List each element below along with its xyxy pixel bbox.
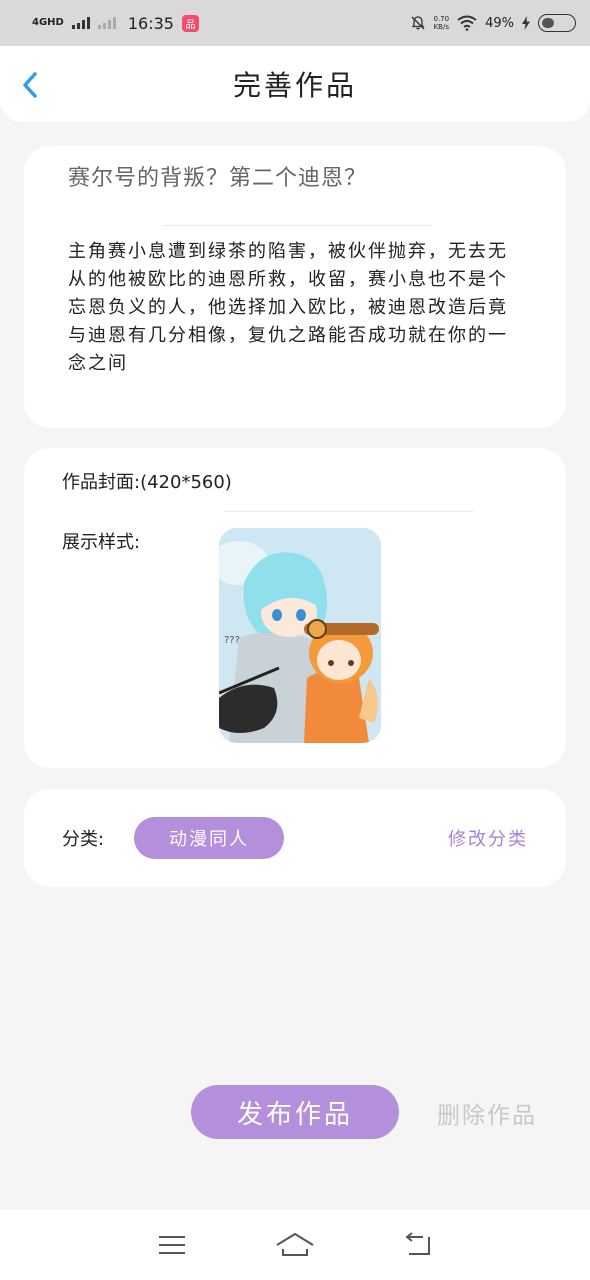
status-right: 0.70 KB/s 49% (410, 14, 576, 32)
system-nav-bar (0, 1210, 590, 1280)
battery-icon (538, 14, 576, 32)
cover-label: 作品封面:(420*560) (62, 472, 232, 493)
back-nav-button[interactable] (398, 1229, 438, 1261)
work-title-field[interactable]: 赛尔号的背叛？第二个迪恩？ (68, 160, 367, 192)
back-button[interactable] (18, 70, 48, 100)
signal-2-icon (97, 17, 116, 29)
menu-icon (158, 1236, 185, 1254)
page-title: 完善作品 (232, 69, 357, 102)
net-speed: 0.70 KB/s (434, 15, 450, 31)
status-time: 16:35 (127, 13, 174, 33)
home-button[interactable] (275, 1229, 315, 1261)
cover-card: 作品封面:(420*560) 展示样式: ??? (24, 448, 566, 768)
category-tag: 动漫同人 (134, 817, 284, 859)
page-header: 完善作品 (0, 46, 590, 122)
battery-fill (542, 18, 555, 28)
back-arrow-icon (405, 1232, 431, 1255)
category-label: 分类: (62, 829, 105, 850)
network-type: 4GHD (32, 17, 64, 28)
net-speed-value: 0.70 (433, 15, 450, 23)
mute-bell-icon (411, 16, 424, 30)
wifi-icon (457, 15, 477, 31)
cover-illustration: ??? (219, 528, 381, 743)
status-left: 4GHD 16:35 品 (32, 14, 199, 33)
delete-button[interactable]: 删除作品 (437, 1096, 537, 1130)
battery-percent: 49% (485, 15, 514, 31)
charging-icon (522, 16, 530, 30)
edit-category-button[interactable]: 修改分类 (448, 825, 528, 851)
display-style-label: 展示样式: (62, 532, 141, 553)
publish-button[interactable]: 发布作品 (191, 1085, 399, 1139)
work-info-card: 赛尔号的背叛？第二个迪恩？ 主角赛小息遭到绿茶的陷害，被伙伴抛弃，无去无从的他被… (24, 146, 566, 428)
cover-divider (224, 511, 474, 512)
chevron-left-icon (23, 72, 37, 98)
work-summary-field[interactable]: 主角赛小息遭到绿茶的陷害，被伙伴抛弃，无去无从的他被欧比的迪恩所救，收留，赛小息… (68, 238, 516, 378)
cover-image[interactable]: ??? (219, 528, 381, 743)
title-divider (162, 225, 432, 226)
menu-button[interactable] (152, 1229, 192, 1261)
net-speed-unit: KB/s (433, 23, 449, 31)
home-icon (276, 1233, 314, 1256)
signal-icon (71, 17, 90, 29)
category-card: 分类: 动漫同人 修改分类 (24, 789, 566, 887)
svg-text:???: ??? (224, 635, 240, 646)
app-notification-icon: 品 (181, 14, 199, 32)
status-bar: 4GHD 16:35 品 0.70 KB/s 49% (0, 0, 590, 46)
